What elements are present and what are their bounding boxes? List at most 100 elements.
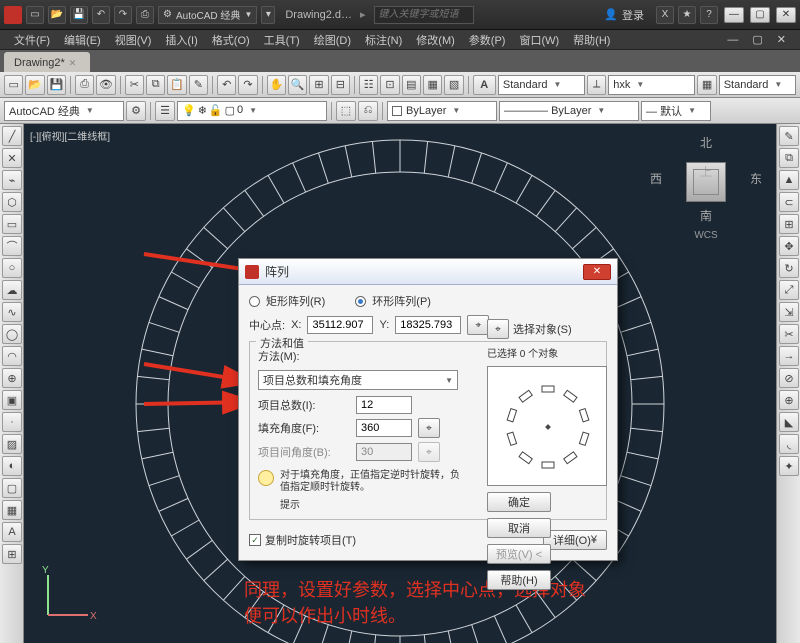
menu-file[interactable]: 文件(F) <box>8 32 56 48</box>
tool-polygon-icon[interactable]: ⬡ <box>2 192 22 212</box>
menu-edit[interactable]: 编辑(E) <box>58 32 107 48</box>
tool-move-icon[interactable]: ✥ <box>779 236 799 256</box>
tb-dim-icon[interactable]: ⟂ <box>587 75 606 95</box>
tool-hatch-icon[interactable]: ▨ <box>2 434 22 454</box>
tool-revcloud-icon[interactable]: ☁ <box>2 280 22 300</box>
tb-layer-mgr-icon[interactable]: ☰ <box>155 101 175 121</box>
fill-angle-input[interactable] <box>356 419 412 437</box>
tb-open-icon[interactable]: 📂 <box>25 75 44 95</box>
tb-paste-icon[interactable]: 📋 <box>167 75 186 95</box>
select-objects-icon[interactable]: ⌖ <box>487 319 509 339</box>
tb-zoom-prev-icon[interactable]: ⊟ <box>331 75 350 95</box>
menu-format[interactable]: 格式(O) <box>206 32 256 48</box>
window-maximize-icon[interactable]: ▢ <box>750 7 770 23</box>
tool-break-icon[interactable]: ⊘ <box>779 368 799 388</box>
tb-zoom-win-icon[interactable]: ⊞ <box>309 75 328 95</box>
dialog-titlebar[interactable]: 阵列 ✕ <box>239 259 617 285</box>
menu-param[interactable]: 参数(P) <box>463 32 512 48</box>
tb-dc-icon[interactable]: ⊡ <box>380 75 399 95</box>
viewcube-top-icon[interactable]: 上 <box>686 162 726 202</box>
help-button[interactable]: 帮助(H) <box>487 570 551 590</box>
cancel-button[interactable]: 取消 <box>487 518 551 538</box>
tool-spline-icon[interactable]: ∿ <box>2 302 22 322</box>
select-objects-label[interactable]: 选择对象(S) <box>513 321 572 337</box>
tb-zoom-icon[interactable]: 🔍 <box>288 75 307 95</box>
tool-stretch-icon[interactable]: ⇲ <box>779 302 799 322</box>
app-logo-icon[interactable] <box>4 6 22 24</box>
tool-ellipse-arc-icon[interactable]: ◠ <box>2 346 22 366</box>
window-close-icon[interactable]: ✕ <box>776 7 796 23</box>
tool-fillet-icon[interactable]: ◟ <box>779 434 799 454</box>
tool-erase-icon[interactable]: ✎ <box>779 126 799 146</box>
compass-east[interactable]: 东 <box>750 170 762 187</box>
qat-undo-icon[interactable]: ↶ <box>92 6 110 24</box>
pick-center-icon[interactable]: ⌖ <box>467 315 489 335</box>
tb-sheet-icon[interactable]: ▦ <box>423 75 442 95</box>
qat-print-icon[interactable]: ⎙ <box>136 6 154 24</box>
method-select[interactable]: 项目总数和填充角度▼ <box>258 370 458 390</box>
tool-xline-icon[interactable]: ✕ <box>2 148 22 168</box>
dimstyle-selector[interactable]: hxk▼ <box>608 75 695 95</box>
tb-layer-prev-icon[interactable]: ⎌ <box>358 101 378 121</box>
rotate-copy-checkbox[interactable]: ✓ <box>249 534 261 546</box>
tool-rotate-icon[interactable]: ↻ <box>779 258 799 278</box>
dialog-close-icon[interactable]: ✕ <box>583 264 611 280</box>
menu-view[interactable]: 视图(V) <box>109 32 158 48</box>
workspace-selector[interactable]: ⚙ AutoCAD 经典 ▼ <box>158 6 257 24</box>
menu-dimension[interactable]: 标注(N) <box>359 32 408 48</box>
layer-state-selector[interactable]: 💡❄🔓▢0▼ <box>177 101 327 121</box>
lineweight-selector[interactable]: — 默认▼ <box>641 101 711 121</box>
tool-mirror-icon[interactable]: ▲ <box>779 170 799 190</box>
tb-cut-icon[interactable]: ✂ <box>125 75 144 95</box>
tb-ws-cfg-icon[interactable]: ⚙ <box>126 101 146 121</box>
tb-match-icon[interactable]: ✎ <box>189 75 208 95</box>
workspace-selector-2[interactable]: AutoCAD 经典▼ <box>4 101 124 121</box>
radio-rect-array[interactable] <box>249 296 260 307</box>
menu-window[interactable]: 窗口(W) <box>513 32 565 48</box>
tb-undo-icon[interactable]: ↶ <box>217 75 236 95</box>
mdi-close-icon[interactable]: ✕ <box>771 33 792 46</box>
tool-insert-icon[interactable]: ⊕ <box>2 368 22 388</box>
menu-help[interactable]: 帮助(H) <box>567 32 616 48</box>
login-link[interactable]: 👤 登录 <box>604 7 644 23</box>
tb-markup-icon[interactable]: ▧ <box>444 75 463 95</box>
viewport-label[interactable]: [-][俯视][二维线框] <box>30 128 110 143</box>
tool-table-icon[interactable]: ▦ <box>2 500 22 520</box>
tool-gradient-icon[interactable]: ◐ <box>2 456 22 476</box>
tool-offset-icon[interactable]: ⊂ <box>779 192 799 212</box>
tb-preview-icon[interactable]: 👁 <box>96 75 115 95</box>
tool-trim-icon[interactable]: ✂ <box>779 324 799 344</box>
menu-draw[interactable]: 绘图(D) <box>308 32 357 48</box>
color-selector[interactable]: ByLayer▼ <box>387 101 497 121</box>
qat-new-file-icon[interactable]: ▭ <box>26 6 44 24</box>
mdi-restore-icon[interactable]: ▢ <box>746 33 768 46</box>
tb-text-icon[interactable]: A <box>473 75 496 95</box>
radio-polar-label[interactable]: 环形阵列(P) <box>372 293 431 309</box>
tool-region-icon[interactable]: ▢ <box>2 478 22 498</box>
tb-table-icon[interactable]: ▦ <box>697 75 716 95</box>
tool-array-icon[interactable]: ⊞ <box>779 214 799 234</box>
file-tab-close-icon[interactable]: ✕ <box>69 58 77 69</box>
menu-modify[interactable]: 修改(M) <box>410 32 461 48</box>
tool-rect-icon[interactable]: ▭ <box>2 214 22 234</box>
tool-addsel-icon[interactable]: ⊞ <box>2 544 22 564</box>
tool-pline-icon[interactable]: ⌁ <box>2 170 22 190</box>
tb-copy-icon[interactable]: ⧉ <box>146 75 165 95</box>
tb-new-icon[interactable]: ▭ <box>4 75 23 95</box>
pick-fill-angle-icon[interactable]: ⌖ <box>418 418 440 438</box>
menu-tools[interactable]: 工具(T) <box>258 32 306 48</box>
qat-open-icon[interactable]: 📂 <box>48 6 66 24</box>
textstyle-selector[interactable]: Standard▼ <box>498 75 585 95</box>
help-icon[interactable]: ? <box>700 6 718 24</box>
menu-insert[interactable]: 插入(I) <box>159 32 203 48</box>
tb-pan-icon[interactable]: ✋ <box>267 75 286 95</box>
center-x-input[interactable] <box>307 316 373 334</box>
tool-chamfer-icon[interactable]: ◣ <box>779 412 799 432</box>
tb-props-icon[interactable]: ☷ <box>359 75 378 95</box>
file-tab-drawing2[interactable]: Drawing2* ✕ <box>4 52 90 72</box>
favorite-icon[interactable]: ★ <box>678 6 696 24</box>
tool-line-icon[interactable]: ╱ <box>2 126 22 146</box>
tb-redo-icon[interactable]: ↷ <box>238 75 257 95</box>
mdi-minimize-icon[interactable]: — <box>721 34 744 46</box>
tb-layer-iso-icon[interactable]: ⬚ <box>336 101 356 121</box>
